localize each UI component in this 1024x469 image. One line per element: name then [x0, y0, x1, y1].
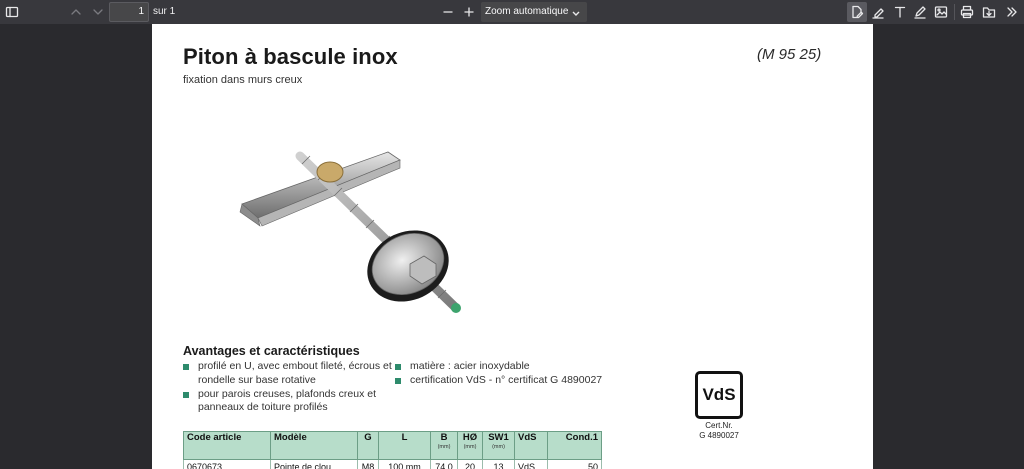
column-header: Code article — [183, 431, 271, 460]
table-cell: Pointe de clou — [270, 459, 358, 469]
list-item: certification VdS - n° certificat G 4890… — [395, 374, 635, 388]
column-header: G — [357, 431, 379, 460]
chevron-down-icon — [93, 9, 103, 15]
pdf-page: Piton à bascule inox fixation dans murs … — [152, 24, 873, 469]
list-item: matière : acier inoxydable — [395, 360, 635, 374]
bullet-square-icon — [395, 378, 401, 384]
next-page-button[interactable] — [88, 2, 108, 22]
zoom-out-button[interactable] — [438, 2, 458, 22]
column-header: B (mm) — [430, 431, 458, 460]
column-header: Cond.1 — [547, 431, 602, 460]
pdf-toolbar: 1 sur 1 Zoom automatique — [0, 0, 1024, 24]
column-header: SW1 (mm) — [482, 431, 515, 460]
toolbar-separator — [954, 4, 955, 20]
table-cell: 0670673 — [183, 459, 271, 469]
plus-icon — [464, 7, 474, 17]
tools-menu-button[interactable] — [1002, 2, 1022, 22]
document-edit-icon — [852, 5, 864, 19]
product-reference: (M 95 25) — [757, 46, 822, 63]
cert-label: Cert.Nr. — [705, 421, 733, 430]
table-cell: 100 mm — [378, 459, 431, 469]
table-cell: M8 — [357, 459, 379, 469]
print-button[interactable] — [957, 2, 977, 22]
list-item: pour parois creuses, plafonds creux et p… — [183, 388, 398, 415]
features-list-left: profilé en U, avec embout fileté, écrous… — [183, 360, 398, 415]
table-cell: 50 — [547, 459, 602, 469]
add-text-button[interactable] — [890, 2, 910, 22]
sidebar-toggle-button[interactable] — [2, 2, 22, 22]
zoom-select-value: Zoom automatique — [485, 6, 569, 17]
chevron-down-icon — [571, 6, 581, 16]
table-cell: 20 — [457, 459, 483, 469]
specification-table: Code article Modèle G L B (mm) HØ (mm) SW1… — [183, 431, 602, 469]
page-title: Piton à bascule inox — [183, 44, 398, 69]
bullet-square-icon — [183, 391, 189, 398]
printer-icon — [960, 5, 974, 19]
advantages-heading: Avantages et caractéristiques — [183, 344, 360, 358]
page-count-label: sur 1 — [153, 6, 176, 17]
double-chevron-right-icon — [1007, 7, 1017, 17]
features-list-right: matière : acier inoxydable certification… — [395, 360, 635, 388]
highlighter-icon — [872, 8, 884, 19]
list-item-text: matière : acier inoxydable — [410, 360, 530, 372]
save-button[interactable] — [979, 2, 999, 22]
zoom-in-button[interactable] — [459, 2, 479, 22]
add-image-button[interactable] — [931, 2, 951, 22]
column-header: HØ (mm) — [457, 431, 483, 460]
product-image — [239, 151, 461, 313]
list-item-text: certification VdS - n° certificat G 4890… — [410, 374, 603, 386]
column-header: Modèle — [270, 431, 358, 460]
download-icon — [982, 7, 996, 18]
column-header: L — [378, 431, 431, 460]
bullet-square-icon — [183, 364, 189, 370]
table-cell: VdS — [514, 459, 548, 469]
highlight-button[interactable] — [868, 2, 888, 22]
zoom-select[interactable]: Zoom automatique — [481, 2, 587, 22]
bullet-square-icon — [395, 364, 401, 370]
table-cell: 13 — [482, 459, 515, 469]
previous-page-button[interactable] — [66, 2, 86, 22]
list-item: profilé en U, avec embout fileté, écrous… — [183, 360, 398, 387]
table-header-row: Code article Modèle G L B (mm) HØ (mm) SW1… — [183, 431, 602, 460]
pencil-icon — [914, 6, 926, 19]
page-number-input[interactable]: 1 — [109, 2, 149, 22]
cert-number: G 4890027 — [699, 431, 739, 440]
list-item-text: profilé en U, avec embout fileté, écrous… — [198, 360, 392, 386]
image-icon — [934, 6, 948, 18]
minus-icon — [443, 11, 453, 13]
column-header: VdS — [514, 431, 548, 460]
vds-logo: VdS — [695, 371, 743, 419]
draw-button[interactable] — [910, 2, 930, 22]
table-row: 0670673 Pointe de clou M8 100 mm 74,0 20… — [183, 459, 602, 469]
highlight-text-button[interactable] — [847, 2, 867, 22]
vds-certificate-number: Cert.Nr. G 4890027 — [685, 421, 753, 441]
list-item-text: pour parois creuses, plafonds creux et p… — [198, 387, 377, 414]
sidebar-icon — [5, 6, 19, 18]
text-icon — [894, 6, 906, 18]
chevron-up-icon — [71, 9, 81, 15]
page-subtitle: fixation dans murs creux — [183, 74, 303, 86]
table-cell: 74,0 — [430, 459, 458, 469]
